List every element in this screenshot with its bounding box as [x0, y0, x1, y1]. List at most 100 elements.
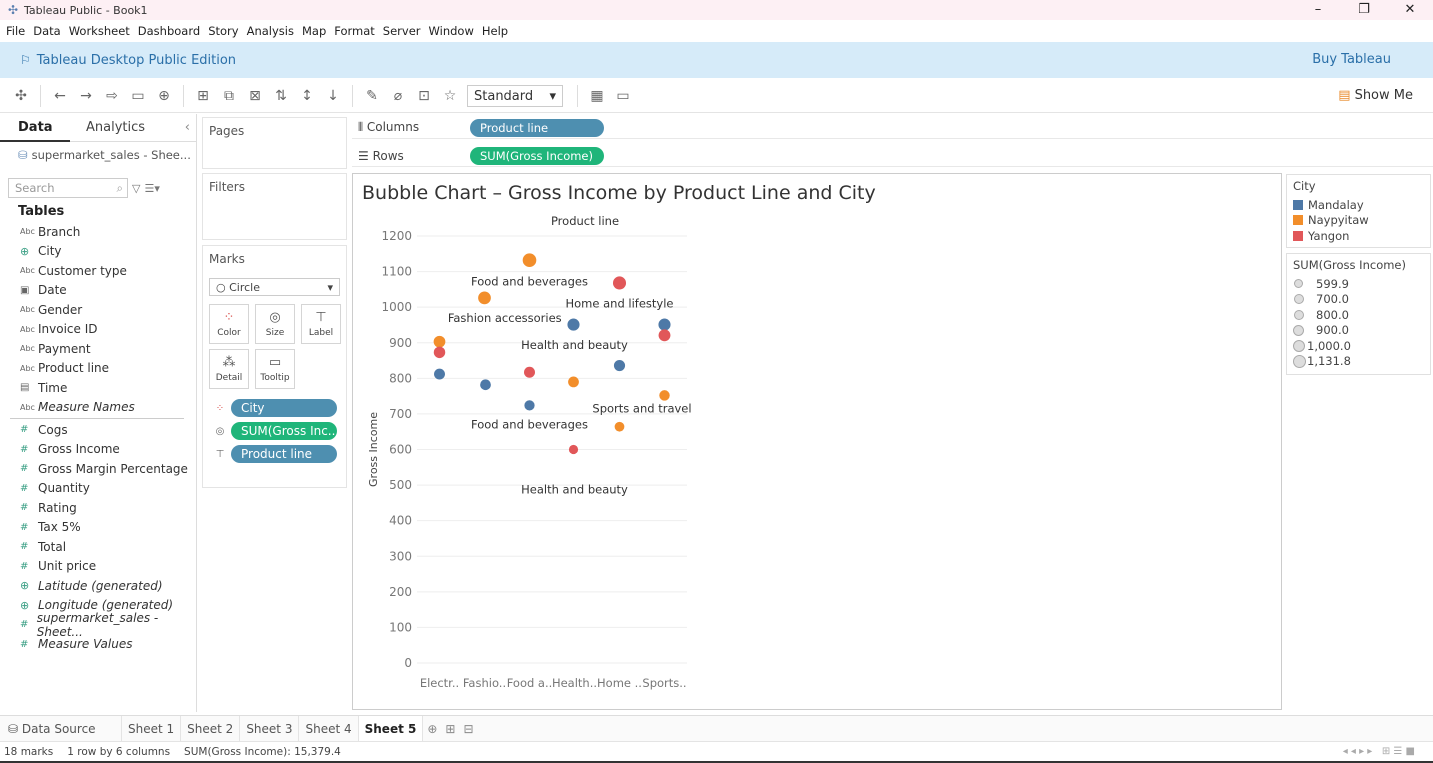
rows-shelf[interactable]: ☰ Rows SUM(Gross Income) — [352, 145, 1433, 167]
close-button[interactable]: ✕ — [1387, 0, 1433, 20]
tooltip-button[interactable]: ▭ Tooltip — [255, 349, 295, 389]
field-unit-price[interactable]: # Unit price — [0, 557, 196, 577]
field-tax[interactable]: # Tax 5% — [0, 518, 196, 538]
restore-button[interactable]: ❐ — [1341, 0, 1387, 20]
product-line-label-pill[interactable]: Product line — [231, 445, 337, 463]
save-icon[interactable]: ▭ — [129, 88, 147, 104]
field-measure-names[interactable]: Abc Measure Names — [0, 398, 196, 418]
size-legend-item[interactable]: 1,000.0 — [1293, 338, 1424, 354]
tab-sheet-5[interactable]: Sheet 5 — [358, 715, 424, 742]
field-latitude[interactable]: ⊕ Latitude (generated) — [0, 576, 196, 596]
field-invoice-id[interactable]: Abc Invoice ID — [0, 320, 196, 340]
sort-descending-icon[interactable]: ↓ — [324, 88, 342, 104]
sheet-navigation[interactable]: ◂ ◂ ▸ ▸ ⊞ ☰ ■ — [1343, 746, 1415, 757]
collapse-icon[interactable]: ‹ — [185, 120, 190, 135]
color-button[interactable]: ⁘ Color — [209, 304, 249, 344]
buy-tableau-link[interactable]: Buy Tableau — [1312, 52, 1391, 67]
field-payment[interactable]: Abc Payment — [0, 339, 196, 359]
gross-income-row-pill[interactable]: SUM(Gross Income) — [470, 146, 604, 165]
product-line-column-pill[interactable]: Product line — [470, 118, 604, 137]
field-product-line[interactable]: Abc Product line — [0, 359, 196, 379]
menu-help[interactable]: Help — [482, 24, 508, 38]
new-story-icon[interactable]: ⊟ — [459, 722, 477, 736]
label-button[interactable]: ⊤ Label — [301, 304, 341, 344]
pin-icon[interactable]: ☆ — [441, 88, 459, 104]
show-cards-icon[interactable]: ▦ — [588, 88, 606, 104]
new-worksheet-icon[interactable]: ⊞ — [194, 88, 212, 104]
mark-type-dropdown[interactable]: ○ Circle ▾ — [209, 278, 340, 296]
new-dashboard-icon[interactable]: ⊞ — [441, 722, 459, 736]
menu-story[interactable]: Story — [208, 24, 238, 38]
tab-data[interactable]: Data — [0, 114, 70, 142]
field-gender[interactable]: Abc Gender — [0, 300, 196, 320]
menu-worksheet[interactable]: Worksheet — [69, 24, 130, 38]
field-date[interactable]: ▣ Date — [0, 281, 196, 301]
undo-icon[interactable]: ← — [51, 88, 69, 104]
data-source-tab[interactable]: ⛁ Data Source — [0, 715, 122, 742]
field-total[interactable]: # Total — [0, 537, 196, 557]
size-legend-item[interactable]: 900.0 — [1293, 323, 1424, 339]
legend-item-naypyitaw[interactable]: Naypyitaw — [1293, 213, 1424, 229]
size-button[interactable]: ◎ Size — [255, 304, 295, 344]
field-city[interactable]: ⊕ City — [0, 242, 196, 262]
field-branch[interactable]: Abc Branch — [0, 222, 196, 242]
search-input[interactable]: Search ⌕ — [8, 178, 128, 198]
mark-pill-row: ⊤ Product line — [209, 445, 340, 463]
menu-data[interactable]: Data — [33, 24, 60, 38]
menu-analysis[interactable]: Analysis — [247, 24, 294, 38]
sort-ascending-icon[interactable]: ↕ — [298, 88, 316, 104]
tab-sheet-4[interactable]: Sheet 4 — [299, 715, 359, 742]
menu-dashboard[interactable]: Dashboard — [138, 24, 200, 38]
field-label: Time — [38, 380, 68, 395]
menu-window[interactable]: Window — [429, 24, 474, 38]
tab-analytics[interactable]: Analytics — [70, 120, 145, 135]
filters-shelf[interactable]: Filters — [202, 173, 347, 240]
menu-format[interactable]: Format — [334, 24, 375, 38]
group-icon[interactable]: ⌀ — [389, 88, 407, 104]
tab-sheet-1[interactable]: Sheet 1 — [122, 715, 182, 742]
size-legend-item[interactable]: 599.9 — [1293, 276, 1424, 292]
tab-sheet-2[interactable]: Sheet 2 — [181, 715, 241, 742]
duplicate-sheet-icon[interactable]: ⧉ — [220, 88, 238, 104]
fit-dropdown[interactable]: Standard ▾ — [467, 85, 563, 107]
highlight-icon[interactable]: ✎ — [363, 88, 381, 104]
number-icon: # — [20, 482, 29, 494]
field-gross-margin-percentage[interactable]: # Gross Margin Percentage — [0, 459, 196, 479]
field-cogs[interactable]: # Cogs — [0, 420, 196, 440]
new-worksheet-icon[interactable]: ⊕ — [423, 722, 441, 736]
data-source-item[interactable]: ⛁ supermarket_sales - Shee... — [0, 142, 196, 168]
detail-button[interactable]: ⁂ Detail — [209, 349, 249, 389]
view-options-icon[interactable]: ☰▾ — [144, 182, 159, 195]
city-color-pill[interactable]: City — [231, 399, 337, 417]
pages-shelf[interactable]: Pages — [202, 117, 347, 169]
field-time[interactable]: ▤ Time — [0, 378, 196, 398]
tableau-logo-icon[interactable]: ✣ — [12, 88, 30, 104]
clear-sheet-icon[interactable]: ⊠ — [246, 88, 264, 104]
redo-icon[interactable]: → — [77, 88, 95, 104]
size-legend-item[interactable]: 800.0 — [1293, 307, 1424, 323]
field-quantity[interactable]: # Quantity — [0, 479, 196, 499]
new-datasource-icon[interactable]: ⊕ — [155, 88, 173, 104]
show-labels-icon[interactable]: ⊡ — [415, 88, 433, 104]
filter-icon[interactable]: ▽ — [132, 182, 140, 195]
legend-item-yangon[interactable]: Yangon — [1293, 228, 1424, 244]
datetime-icon: ▤ — [20, 382, 30, 394]
legend-item-mandalay[interactable]: Mandalay — [1293, 197, 1424, 213]
field-rating[interactable]: # Rating — [0, 498, 196, 518]
size-legend-item[interactable]: 1,131.8 — [1293, 354, 1424, 370]
presentation-icon[interactable]: ▭ — [614, 88, 632, 104]
replay-icon[interactable]: ⇨ — [103, 88, 121, 104]
size-legend-item[interactable]: 700.0 — [1293, 292, 1424, 308]
columns-shelf[interactable]: ⫴ Columns Product line — [352, 117, 1433, 139]
field-record-count[interactable]: # supermarket_sales - Sheet... — [0, 611, 196, 639]
minimize-button[interactable]: – — [1295, 0, 1341, 20]
menu-map[interactable]: Map — [302, 24, 326, 38]
menu-file[interactable]: File — [6, 24, 25, 38]
swap-icon[interactable]: ⇅ — [272, 88, 290, 104]
show-me-button[interactable]: ▤ Show Me — [1338, 88, 1413, 103]
menu-server[interactable]: Server — [383, 24, 421, 38]
field-customer-type[interactable]: Abc Customer type — [0, 261, 196, 281]
gross-income-size-pill[interactable]: SUM(Gross Inc.. — [231, 422, 337, 440]
tab-sheet-3[interactable]: Sheet 3 — [240, 715, 300, 742]
field-gross-income[interactable]: # Gross Income — [0, 440, 196, 460]
